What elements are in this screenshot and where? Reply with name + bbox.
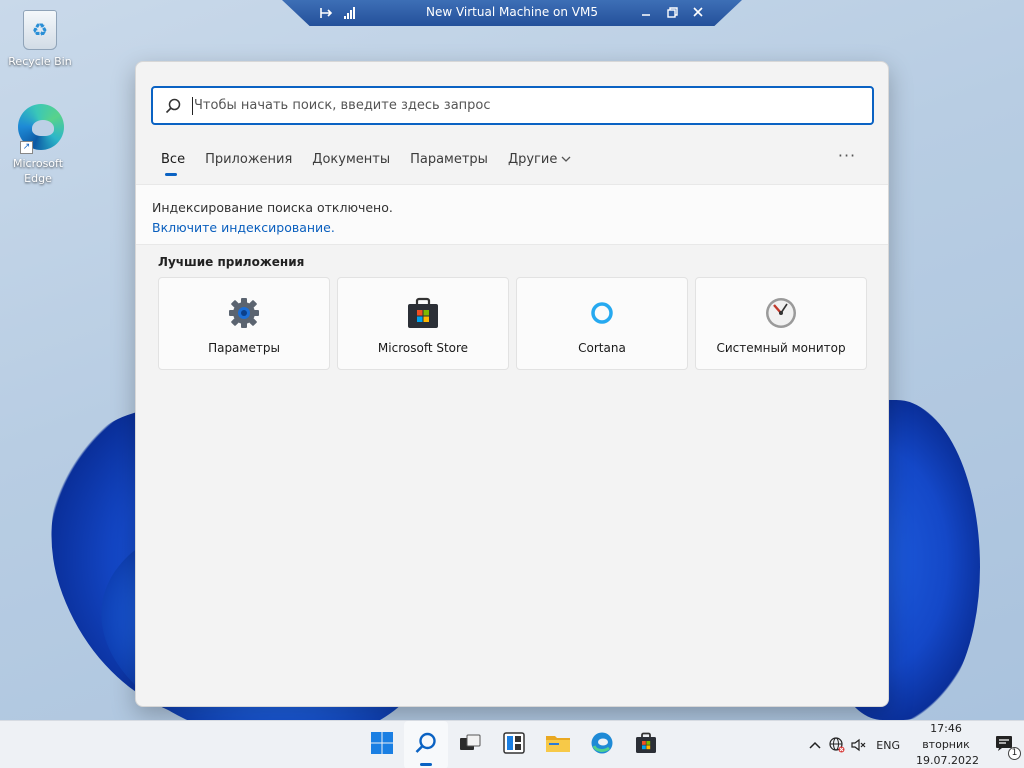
clock-time: 17:46 [930, 722, 962, 735]
close-icon[interactable] [690, 3, 706, 21]
chevron-up-icon[interactable] [804, 721, 826, 768]
app-label: Cortana [578, 341, 626, 355]
task-view-icon [458, 731, 482, 759]
vm-connection-bar: New Virtual Machine on VM5 [282, 0, 742, 26]
search-panel: Все Приложения Документы Параметры Други… [135, 61, 889, 707]
search-input[interactable] [194, 88, 872, 123]
search-tabs: Все Приложения Документы Параметры Други… [151, 148, 581, 180]
top-apps-title: Лучшие приложения [158, 255, 305, 269]
notification-count-badge: 1 [1008, 747, 1021, 760]
network-globe-icon[interactable] [826, 721, 848, 768]
tab-label: Параметры [410, 152, 488, 167]
app-card-system-monitor[interactable]: Системный монитор [695, 277, 867, 370]
settings-gear-icon [227, 296, 261, 330]
top-apps-grid: Параметры Microsoft Store Cortana Систем… [158, 277, 867, 370]
cortana-ring-icon [585, 296, 619, 330]
performance-monitor-icon [764, 296, 798, 330]
indexing-message: Индексирование поиска отключено. [152, 200, 393, 215]
folder-icon [545, 731, 571, 759]
shortcut-arrow-icon: ↗ [20, 141, 33, 154]
desktop-icon-edge[interactable]: ↗ Microsoft Edge [0, 104, 76, 186]
tab-settings[interactable]: Параметры [400, 148, 498, 180]
edge-icon [590, 731, 614, 759]
file-explorer-button[interactable] [536, 721, 580, 768]
desktop-icon-label: Recycle Bin [8, 55, 72, 68]
clock-weekday: вторник [922, 738, 970, 751]
store-bag-icon [634, 731, 658, 759]
widgets-button[interactable] [492, 721, 536, 768]
search-button[interactable] [404, 721, 448, 768]
restore-icon[interactable] [664, 3, 680, 21]
tab-apps[interactable]: Приложения [195, 148, 302, 180]
clock-date: 19.07.2022 [916, 754, 979, 767]
app-label: Параметры [208, 341, 280, 355]
indexing-notice: Индексирование поиска отключено. Включит… [136, 184, 888, 245]
app-label: Системный монитор [716, 341, 846, 355]
recycle-bin-icon: ♻ [20, 10, 60, 50]
desktop-icon-label: Microsoft Edge [12, 157, 64, 185]
tab-label: Приложения [205, 152, 293, 167]
notification-button[interactable]: 1 [984, 721, 1024, 768]
taskbar-apps [360, 721, 668, 768]
more-options-button[interactable]: ··· [834, 148, 860, 170]
task-view-button[interactable] [448, 721, 492, 768]
start-button[interactable] [360, 721, 404, 768]
desktop-icon-recycle-bin[interactable]: ♻ Recycle Bin [2, 10, 78, 69]
search-box[interactable] [151, 86, 874, 125]
widgets-icon [502, 731, 526, 759]
system-tray: ENG 17:46 вторник 19.07.2022 1 [804, 721, 1024, 768]
clock[interactable]: 17:46 вторник 19.07.2022 [908, 721, 984, 768]
chevron-down-icon [561, 149, 571, 173]
language-indicator[interactable]: ENG [870, 739, 908, 752]
store-bag-icon [406, 296, 440, 330]
text-caret [192, 96, 193, 115]
app-card-settings[interactable]: Параметры [158, 277, 330, 370]
tab-label: Документы [312, 152, 391, 167]
tab-all[interactable]: Все [151, 148, 195, 180]
edge-icon: ↗ [18, 104, 64, 154]
tab-label: Все [161, 152, 186, 167]
tab-documents[interactable]: Документы [302, 148, 400, 180]
taskbar: ENG 17:46 вторник 19.07.2022 1 [0, 720, 1024, 768]
enable-indexing-link[interactable]: Включите индексирование. [152, 218, 888, 238]
search-icon [153, 88, 193, 123]
app-label: Microsoft Store [377, 341, 469, 355]
tab-other[interactable]: Другие [498, 148, 581, 180]
app-card-microsoft-store[interactable]: Microsoft Store [337, 277, 509, 370]
edge-button[interactable] [580, 721, 624, 768]
app-card-cortana[interactable]: Cortana [516, 277, 688, 370]
search-icon [414, 731, 438, 759]
store-button[interactable] [624, 721, 668, 768]
minimize-icon[interactable] [638, 3, 654, 21]
volume-muted-icon[interactable] [848, 721, 870, 768]
tab-label: Другие [507, 152, 558, 167]
windows-logo-icon [370, 731, 394, 759]
